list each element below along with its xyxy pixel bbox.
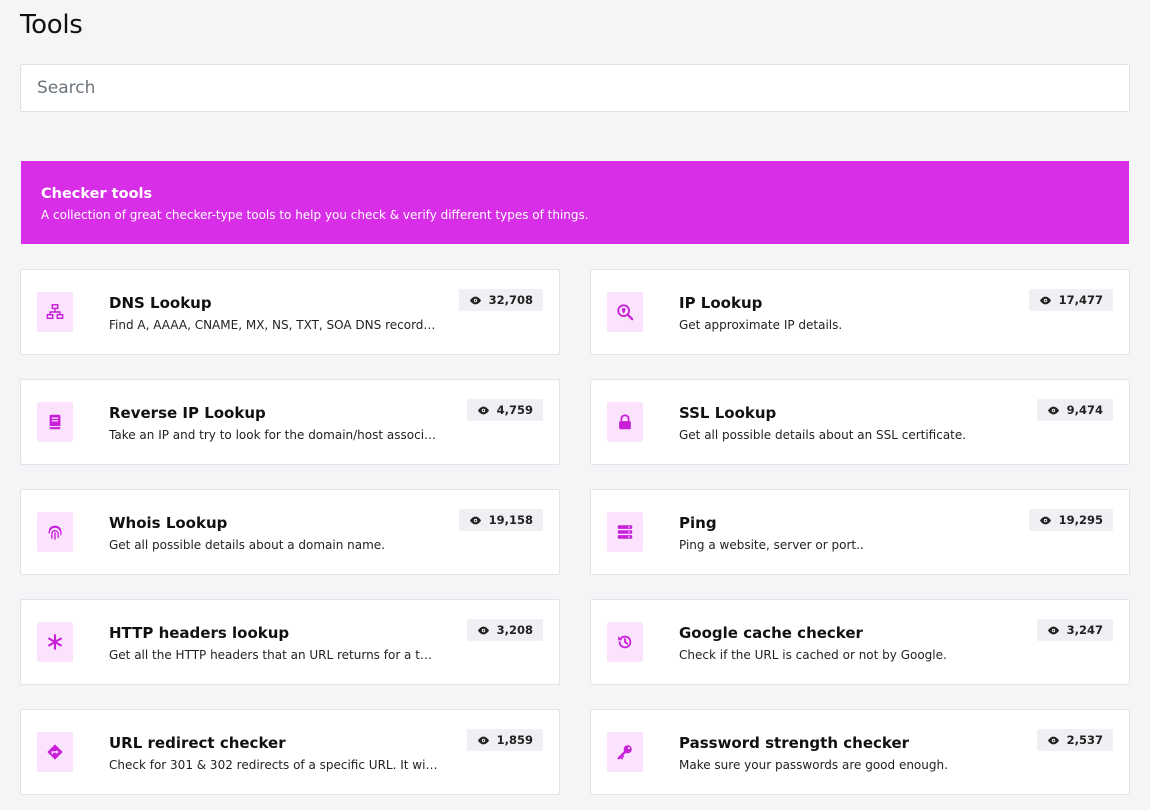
- views-badge: 4,759: [466, 399, 543, 421]
- views-badge: 2,537: [1036, 729, 1113, 751]
- eye-icon: [477, 626, 489, 634]
- views-count: 2,537: [1066, 733, 1103, 747]
- tool-description: Get all the HTTP headers that an URL ret…: [109, 648, 439, 662]
- section-title: Checker tools: [41, 186, 153, 202]
- tool-name: IP Lookup: [679, 294, 763, 312]
- views-badge: 3,208: [466, 619, 543, 641]
- views-count: 9,474: [1066, 403, 1103, 417]
- tool-card-whois-lookup[interactable]: Whois Lookup Get all possible details ab…: [20, 489, 560, 575]
- tool-card-ssl-lookup[interactable]: SSL Lookup Get all possible details abou…: [590, 379, 1130, 465]
- views-count: 3,247: [1066, 623, 1103, 637]
- tool-name: Password strength checker: [679, 734, 910, 752]
- history-icon: [607, 622, 643, 662]
- views-badge: 19,295: [1028, 509, 1113, 531]
- tool-card-password-strength-checker[interactable]: Password strength checker Make sure your…: [590, 709, 1130, 795]
- tool-description: Get approximate IP details.: [679, 318, 843, 332]
- eye-icon: [469, 516, 481, 524]
- eye-icon: [1047, 736, 1059, 744]
- eye-icon: [1039, 516, 1051, 524]
- views-count: 3,208: [496, 623, 533, 637]
- views-count: 19,295: [1058, 513, 1103, 527]
- views-count: 1,859: [496, 733, 533, 747]
- asterisk-icon: [37, 622, 73, 662]
- tool-description: Find A, AAAA, CNAME, MX, NS, TXT, SOA DN…: [109, 318, 439, 332]
- book-icon: [37, 402, 73, 442]
- tool-name: Reverse IP Lookup: [109, 404, 266, 422]
- tool-name: DNS Lookup: [109, 294, 212, 312]
- page: Tools Checker tools A collection of grea…: [0, 0, 1150, 810]
- server-icon: [607, 512, 643, 552]
- eye-icon: [1039, 296, 1051, 304]
- eye-icon: [477, 406, 489, 414]
- tool-card-reverse-ip-lookup[interactable]: Reverse IP Lookup Take an IP and try to …: [20, 379, 560, 465]
- eye-icon: [1047, 406, 1059, 414]
- directions-icon: [37, 732, 73, 772]
- sitemap-icon: [37, 292, 73, 332]
- eye-icon: [1047, 626, 1059, 634]
- tool-card-google-cache-checker[interactable]: Google cache checker Check if the URL is…: [590, 599, 1130, 685]
- tool-name: HTTP headers lookup: [109, 624, 290, 642]
- tool-description: Take an IP and try to look for the domai…: [109, 428, 439, 442]
- tool-description: Make sure your passwords are good enough…: [679, 758, 948, 772]
- lock-icon: [607, 402, 643, 442]
- tool-name: URL redirect checker: [109, 734, 286, 752]
- views-badge: 32,708: [458, 289, 543, 311]
- views-count: 19,158: [488, 513, 533, 527]
- search-location-icon: [607, 292, 643, 332]
- views-count: 32,708: [488, 293, 533, 307]
- tools-grid: DNS Lookup Find A, AAAA, CNAME, MX, NS, …: [20, 269, 1130, 795]
- views-badge: 3,247: [1036, 619, 1113, 641]
- views-count: 17,477: [1058, 293, 1103, 307]
- section-banner: Checker tools A collection of great chec…: [21, 161, 1129, 244]
- tool-card-dns-lookup[interactable]: DNS Lookup Find A, AAAA, CNAME, MX, NS, …: [20, 269, 560, 355]
- tool-card-url-redirect-checker[interactable]: URL redirect checker Check for 301 & 302…: [20, 709, 560, 795]
- key-icon: [607, 732, 643, 772]
- views-badge: 9,474: [1036, 399, 1113, 421]
- eye-icon: [469, 296, 481, 304]
- tool-description: Check for 301 & 302 redirects of a speci…: [109, 758, 439, 772]
- tool-name: Google cache checker: [679, 624, 863, 642]
- tool-description: Check if the URL is cached or not by Goo…: [679, 648, 947, 662]
- views-badge: 19,158: [458, 509, 543, 531]
- tool-card-ip-lookup[interactable]: IP Lookup Get approximate IP details. 17…: [590, 269, 1130, 355]
- tool-name: Ping: [679, 514, 717, 532]
- views-badge: 17,477: [1028, 289, 1113, 311]
- views-badge: 1,859: [466, 729, 543, 751]
- section-description: A collection of great checker-type tools…: [41, 208, 589, 222]
- tool-card-http-headers-lookup[interactable]: HTTP headers lookup Get all the HTTP hea…: [20, 599, 560, 685]
- views-count: 4,759: [496, 403, 533, 417]
- tool-name: Whois Lookup: [109, 514, 228, 532]
- tool-card-ping[interactable]: Ping Ping a website, server or port.. 19…: [590, 489, 1130, 575]
- fingerprint-icon: [37, 512, 73, 552]
- tool-name: SSL Lookup: [679, 404, 777, 422]
- tool-description: Get all possible details about a domain …: [109, 538, 385, 552]
- tool-description: Get all possible details about an SSL ce…: [679, 428, 967, 442]
- page-title: Tools: [20, 10, 83, 40]
- tool-description: Ping a website, server or port..: [679, 538, 864, 552]
- search-input[interactable]: [20, 64, 1130, 112]
- eye-icon: [477, 736, 489, 744]
